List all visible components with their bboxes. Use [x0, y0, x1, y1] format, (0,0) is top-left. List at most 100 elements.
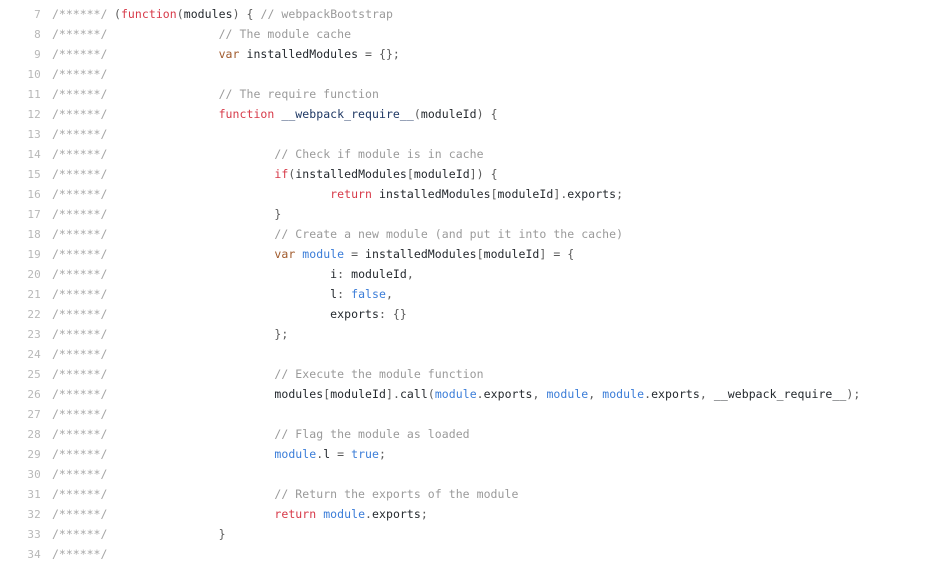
code-token-punct: (	[107, 7, 121, 21]
code-line[interactable]: 34 /******/	[0, 544, 930, 564]
code-token-ident: moduleId	[483, 247, 540, 261]
code-line[interactable]: 15 /******/ if(installedModules[moduleId]…	[0, 164, 930, 184]
code-line[interactable]: 30 /******/	[0, 464, 930, 484]
code-token-punct: ,	[406, 267, 414, 281]
code-token-comment: // The module cache	[107, 27, 352, 41]
code-token-ident: installedModules	[372, 187, 491, 201]
line-number: 9	[34, 48, 41, 61]
code-token-punct: .	[644, 387, 652, 401]
code-line[interactable]: 14 /******/ // Check if module is in cach…	[0, 144, 930, 164]
code-token-punct: ]) {	[469, 167, 498, 181]
code-line[interactable]: 12 /******/ function __webpack_require__(…	[0, 104, 930, 124]
code-line[interactable]: 18 /******/ // Create a new module (and p…	[0, 224, 930, 244]
code-token-const: true	[351, 447, 380, 461]
code-line[interactable]: 29 /******/ module.l = true;	[0, 444, 930, 464]
code-line-content: modules[moduleId].call(module.exports, m…	[107, 384, 930, 404]
webpack-gutter-comment: /******/	[52, 207, 108, 221]
code-token-ident: moduleId	[330, 387, 386, 401]
code-line[interactable]: 17 /******/ }	[0, 204, 930, 224]
code-line[interactable]: 20 /******/ i: moduleId,	[0, 264, 930, 284]
code-token-comment: // Create a new module (and put it into …	[107, 227, 624, 241]
line-number: 17	[27, 208, 41, 221]
code-token-prop: exports	[483, 387, 533, 401]
line-number: 8	[34, 28, 41, 41]
code-line[interactable]: 24 /******/	[0, 344, 930, 364]
webpack-gutter-comment: /******/	[52, 427, 108, 441]
code-line[interactable]: 28 /******/ // Flag the module as loaded	[0, 424, 930, 444]
webpack-gutter-comment: /******/	[52, 267, 108, 281]
webpack-gutter-comment: /******/	[52, 447, 108, 461]
code-line-content: var module = installedModules[moduleId] …	[107, 244, 930, 264]
code-token-ident: l	[107, 287, 338, 301]
code-token-punct: }	[107, 207, 282, 221]
webpack-gutter-comment: /******/	[52, 47, 108, 61]
code-line-content: // Check if module is in cache	[107, 144, 930, 164]
code-line[interactable]: 16 /******/ return installedModules[modul…	[0, 184, 930, 204]
code-token-comment: // Execute the module function	[107, 367, 484, 381]
webpack-gutter-comment: /******/	[52, 187, 108, 201]
line-number: 20	[27, 268, 41, 281]
code-line[interactable]: 25 /******/ // Execute the module functio…	[0, 364, 930, 384]
line-number: 30	[27, 468, 41, 481]
code-token-kw: function	[218, 107, 275, 121]
webpack-gutter-comment: /******/	[52, 107, 108, 121]
code-token-const: module	[602, 387, 645, 401]
code-token-punct: [	[490, 187, 498, 201]
webpack-gutter-comment: /******/	[52, 227, 108, 241]
code-line-content: };	[107, 324, 930, 344]
code-line[interactable]: 19 /******/ var module = installedModules…	[0, 244, 930, 264]
code-token-punct: [	[406, 167, 414, 181]
code-token-punct: (	[413, 107, 421, 121]
code-line[interactable]: 33 /******/ }	[0, 524, 930, 544]
webpack-gutter-comment: /******/	[52, 147, 108, 161]
code-token-const: false	[351, 287, 386, 301]
code-line[interactable]: 8 /******/ // The module cache	[0, 24, 930, 44]
code-line[interactable]: 31 /******/ // Return the exports of the …	[0, 484, 930, 504]
line-number: 34	[27, 548, 41, 561]
webpack-gutter-comment: /******/	[52, 67, 108, 81]
code-token-prop: exports	[651, 387, 700, 401]
code-line[interactable]: 13 /******/	[0, 124, 930, 144]
code-line-content: i: moduleId,	[107, 264, 930, 284]
code-token-const: module	[434, 387, 477, 401]
code-token-punct: ] = {	[539, 247, 575, 261]
line-number: 22	[27, 308, 41, 321]
webpack-gutter-comment: /******/	[52, 487, 108, 501]
code-token-punct: =	[330, 447, 352, 461]
code-token-const: module	[302, 247, 345, 261]
code-token-ident: installedModules	[365, 247, 477, 261]
code-line-content: (function(modules) { // webpackBootstrap	[107, 4, 930, 24]
code-line[interactable]: 27 /******/	[0, 404, 930, 424]
code-token-const: module	[323, 507, 366, 521]
code-line[interactable]: 9 /******/ var installedModules = {};	[0, 44, 930, 64]
code-line-list: 7/******/ (function(modules) { // webpac…	[0, 4, 930, 564]
webpack-gutter-comment: /******/	[52, 167, 108, 181]
code-line[interactable]: 22 /******/ exports: {}	[0, 304, 930, 324]
line-number: 29	[27, 448, 41, 461]
code-line[interactable]: 21 /******/ l: false,	[0, 284, 930, 304]
code-line[interactable]: 32 /******/ return module.exports;	[0, 504, 930, 524]
code-line-content: l: false,	[107, 284, 930, 304]
code-line[interactable]: 26/******/ modules[moduleId].call(module…	[0, 384, 930, 404]
code-token-ident: exports	[107, 307, 379, 321]
code-token-ident: installedModules	[239, 47, 366, 61]
code-token-punct: }	[107, 527, 226, 541]
code-line-content: // The require function	[107, 84, 930, 104]
code-token-punct: ,	[385, 287, 393, 301]
code-line[interactable]: 23 /******/ };	[0, 324, 930, 344]
code-token-ident: call	[399, 387, 428, 401]
code-token-punct: ;	[420, 507, 428, 521]
code-viewer[interactable]: 7/******/ (function(modules) { // webpac…	[0, 0, 930, 565]
code-line[interactable]: 11 /******/ // The require function	[0, 84, 930, 104]
code-line[interactable]: 7/******/ (function(modules) { // webpac…	[0, 4, 930, 24]
line-number: 16	[27, 188, 41, 201]
code-line[interactable]: 10 /******/	[0, 64, 930, 84]
code-token-punct: ,	[532, 387, 547, 401]
code-line-content: // Flag the module as loaded	[107, 424, 930, 444]
code-token-fn: __webpack_require__	[274, 107, 414, 121]
code-token-punct: ,	[588, 387, 603, 401]
code-line-content: module.l = true;	[107, 444, 930, 464]
